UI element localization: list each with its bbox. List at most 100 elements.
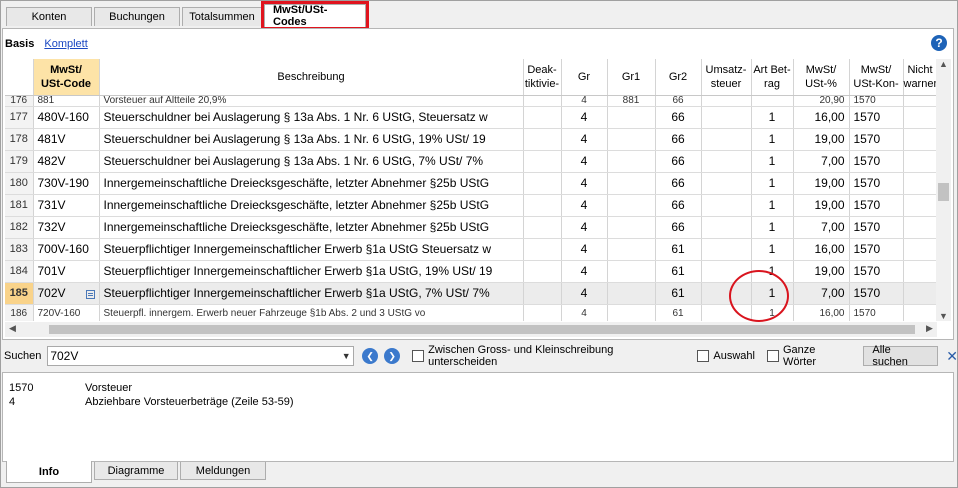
cell-percent[interactable]: 7,00 (793, 216, 850, 239)
cell-gr1[interactable] (607, 194, 656, 217)
cell-code[interactable]: 720V-160 (33, 304, 100, 321)
cell-deaktivieren[interactable] (523, 128, 562, 151)
cell-gr2[interactable]: 61 (655, 260, 702, 283)
cell-deaktivieren[interactable] (523, 260, 562, 283)
cell-art-betrag[interactable]: 1 (751, 194, 794, 217)
tab-diagramme[interactable]: Diagramme (94, 462, 178, 480)
cell-umsatzsteuer[interactable] (701, 150, 752, 173)
cell-konto[interactable]: 1570 (849, 304, 904, 321)
cell-gr1[interactable] (607, 238, 656, 261)
cell-konto[interactable]: 1570 (849, 106, 904, 129)
table-row[interactable]: 177 480V-160 Steuerschuldner bei Auslageru… (5, 106, 937, 129)
search-input[interactable] (48, 347, 340, 365)
tab-meldungen[interactable]: Meldungen (180, 462, 266, 480)
cell-art-betrag[interactable]: 1 (751, 106, 794, 129)
table-row[interactable]: 182 732V Innergemeinschaftliche Dreiecksge… (5, 216, 937, 239)
cell-umsatzsteuer[interactable] (701, 216, 752, 239)
cell-deaktivieren[interactable] (523, 216, 562, 239)
cell-description[interactable]: Steuerschuldner bei Auslagerung § 13a Ab… (99, 106, 524, 129)
cell-gr[interactable]: 4 (561, 282, 608, 305)
cell-percent[interactable]: 19,00 (793, 260, 850, 283)
cell-gr[interactable]: 4 (561, 172, 608, 195)
cell-gr1[interactable] (607, 128, 656, 151)
cell-code[interactable]: 730V-190 (33, 172, 100, 195)
find-all-button[interactable]: Alle suchen (863, 344, 939, 368)
cell-description[interactable]: Steuerpflichtiger Innergemeinschaftliche… (99, 238, 524, 261)
cell-nicht-warnen[interactable] (903, 238, 937, 261)
cell-deaktivieren[interactable] (523, 238, 562, 261)
cell-gr2[interactable]: 61 (655, 238, 702, 261)
cell-konto[interactable]: 1570 (849, 128, 904, 151)
cell-description[interactable]: Innergemeinschaftliche Dreiecksgeschäfte… (99, 194, 524, 217)
cell-nicht-warnen[interactable] (903, 304, 937, 321)
cell-gr[interactable]: 4 (561, 95, 608, 107)
table-row[interactable]: 185 702V Steuerpflichtiger Innergemeinscha… (5, 282, 937, 305)
cell-konto[interactable]: 1570 (849, 216, 904, 239)
cell-art-betrag[interactable]: 1 (751, 128, 794, 151)
cell-description[interactable]: Vorsteuer auf Altteile 20,9% (99, 95, 524, 107)
cell-umsatzsteuer[interactable] (701, 172, 752, 195)
cell-description[interactable]: Innergemeinschaftliche Dreiecksgeschäfte… (99, 216, 524, 239)
scroll-up-icon[interactable]: ▲ (936, 59, 951, 69)
cell-percent[interactable]: 20,90 (793, 95, 850, 107)
cell-art-betrag[interactable]: 1 (751, 216, 794, 239)
table-row[interactable]: 176 881 Vorsteuer auf Altteile 20,9% 4 881 66… (5, 95, 937, 107)
scroll-right-icon[interactable]: ▶ (922, 323, 937, 334)
tab-mwst-codes[interactable]: MwSt/USt-Codes (261, 1, 369, 30)
cell-code[interactable]: 481V (33, 128, 100, 151)
cell-gr[interactable]: 4 (561, 150, 608, 173)
cell-gr1[interactable] (607, 150, 656, 173)
cell-konto[interactable]: 1570 (849, 150, 904, 173)
horizontal-scroll-thumb[interactable] (49, 325, 915, 334)
tab-konten[interactable]: Konten (6, 7, 92, 26)
previous-result-icon[interactable]: ❮ (362, 348, 379, 364)
checkbox-icon[interactable] (697, 350, 710, 362)
cell-gr[interactable]: 4 (561, 194, 608, 217)
cell-umsatzsteuer[interactable] (701, 238, 752, 261)
cell-konto[interactable]: 1570 (849, 282, 904, 305)
cell-nicht-warnen[interactable] (903, 150, 937, 173)
cell-gr2[interactable]: 66 (655, 172, 702, 195)
view-basis[interactable]: Basis (5, 38, 34, 50)
cell-description[interactable]: Steuerpflichtiger Innergemeinschaftliche… (99, 282, 524, 305)
cell-gr[interactable]: 4 (561, 106, 608, 129)
cell-nicht-warnen[interactable] (903, 106, 937, 129)
table-row[interactable]: 180 730V-190 Innergemeinschaftliche Dreiec… (5, 172, 937, 195)
cell-umsatzsteuer[interactable] (701, 128, 752, 151)
cell-gr[interactable]: 4 (561, 128, 608, 151)
cell-code[interactable]: 482V (33, 150, 100, 173)
cell-art-betrag[interactable] (751, 95, 794, 107)
cell-deaktivieren[interactable] (523, 282, 562, 305)
cell-description[interactable]: Steuerpflichtiger Innergemeinschaftliche… (99, 260, 524, 283)
cell-umsatzsteuer[interactable] (701, 106, 752, 129)
whole-words-checkbox[interactable]: Ganze Wörter (766, 344, 851, 368)
table-row[interactable]: 181 731V Innergemeinschaftliche Dreiecksge… (5, 194, 937, 217)
chevron-down-icon[interactable]: ▼ (339, 351, 353, 361)
cell-percent[interactable]: 7,00 (793, 282, 850, 305)
cell-gr1[interactable] (607, 172, 656, 195)
cell-umsatzsteuer[interactable] (701, 95, 752, 107)
cell-code[interactable]: 702V (33, 282, 100, 305)
column-header-art-betrag[interactable]: Art Bet- rag (751, 59, 794, 96)
cell-percent[interactable]: 7,00 (793, 150, 850, 173)
cell-gr1[interactable] (607, 282, 656, 305)
cell-gr1[interactable] (607, 304, 656, 321)
cell-nicht-warnen[interactable] (903, 172, 937, 195)
cell-description[interactable]: Steuerpfl. innergem. Erwerb neuer Fahrze… (99, 304, 524, 321)
cell-code[interactable]: 731V (33, 194, 100, 217)
cell-percent[interactable]: 19,00 (793, 128, 850, 151)
cell-description[interactable]: Steuerschuldner bei Auslagerung § 13a Ab… (99, 150, 524, 173)
cell-deaktivieren[interactable] (523, 172, 562, 195)
close-icon[interactable]: ✕ (946, 348, 958, 365)
cell-konto[interactable]: 1570 (849, 260, 904, 283)
column-header-gr1[interactable]: Gr1 (607, 59, 656, 96)
cell-deaktivieren[interactable] (523, 95, 562, 107)
table-row[interactable]: 179 482V Steuerschuldner bei Auslagerung §… (5, 150, 937, 173)
cell-gr2[interactable]: 66 (655, 95, 702, 107)
cell-gr1[interactable] (607, 260, 656, 283)
column-header-code[interactable]: MwSt/ USt-Code (33, 59, 100, 96)
column-header-umsatzsteuer[interactable]: Umsatz- steuer (701, 59, 752, 96)
cell-nicht-warnen[interactable] (903, 260, 937, 283)
scroll-down-icon[interactable]: ▼ (936, 311, 951, 321)
cell-gr2[interactable]: 66 (655, 106, 702, 129)
